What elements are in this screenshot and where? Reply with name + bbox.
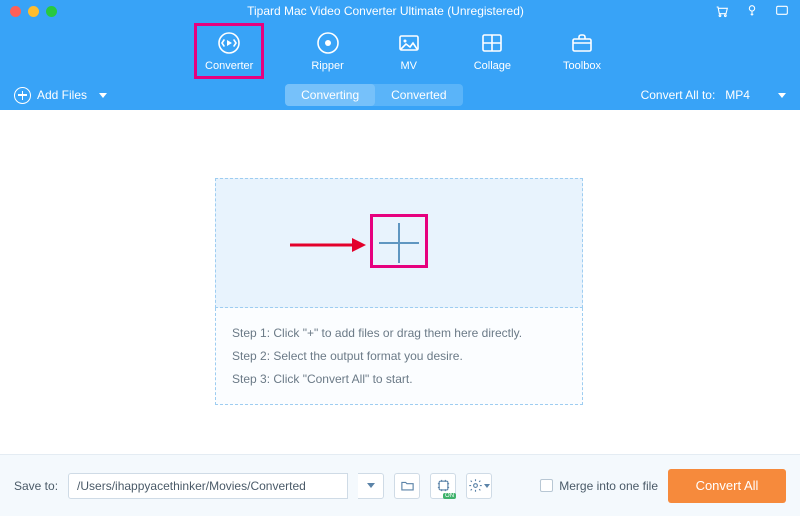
nav-label: Toolbox	[563, 60, 601, 72]
main-area: Step 1: Click "+" to add files or drag t…	[0, 110, 800, 454]
close-window-button[interactable]	[10, 6, 21, 17]
feedback-icon[interactable]	[774, 3, 790, 19]
sub-toolbar: Add Files Converting Converted Convert A…	[0, 80, 800, 110]
ripper-icon	[315, 30, 341, 56]
convert-all-to-label: Convert All to:	[641, 88, 716, 102]
convert-all-to[interactable]: Convert All to: MP4	[641, 88, 786, 102]
chevron-down-icon	[367, 483, 375, 488]
nav-label: Collage	[474, 60, 511, 72]
nav-label: Converter	[205, 60, 253, 72]
footer-bar: Save to: /Users/ihappyacethinker/Movies/…	[0, 454, 800, 516]
dropzone-instructions: Step 1: Click "+" to add files or drag t…	[215, 308, 583, 405]
add-files-plus-icon[interactable]	[379, 223, 419, 263]
nav-ripper[interactable]: Ripper	[311, 30, 343, 72]
hardware-accel-button[interactable]: ON	[430, 473, 456, 499]
nav-label: MV	[400, 60, 417, 72]
save-to-label: Save to:	[14, 479, 58, 493]
main-nav: Converter Ripper MV Collage Toolbox	[0, 22, 800, 80]
convert-all-button[interactable]: Convert All	[668, 469, 786, 503]
save-path-value: /Users/ihappyacethinker/Movies/Converted	[77, 479, 306, 493]
dropzone-top[interactable]	[215, 178, 583, 308]
chevron-down-icon	[778, 93, 786, 98]
add-files-label: Add Files	[37, 88, 87, 102]
checkbox-icon	[540, 479, 553, 492]
dropzone: Step 1: Click "+" to add files or drag t…	[215, 178, 583, 398]
window-titlebar: Tipard Mac Video Converter Ultimate (Unr…	[0, 0, 800, 22]
window-title: Tipard Mac Video Converter Ultimate (Unr…	[57, 4, 714, 18]
cart-icon[interactable]	[714, 3, 730, 19]
minimize-window-button[interactable]	[28, 6, 39, 17]
instruction-step3: Step 3: Click "Convert All" to start.	[232, 368, 566, 391]
chevron-down-icon	[484, 484, 490, 488]
nav-label: Ripper	[311, 60, 343, 72]
tab-converted[interactable]: Converted	[375, 84, 462, 106]
nav-toolbox[interactable]: Toolbox	[563, 30, 601, 72]
mv-icon	[396, 30, 422, 56]
merge-checkbox[interactable]: Merge into one file	[540, 479, 658, 493]
save-path-field[interactable]: /Users/ihappyacethinker/Movies/Converted	[68, 473, 348, 499]
open-folder-button[interactable]	[394, 473, 420, 499]
merge-label: Merge into one file	[559, 479, 658, 493]
tab-converting[interactable]: Converting	[285, 84, 375, 106]
plus-circle-icon	[14, 87, 31, 104]
converter-icon	[216, 30, 242, 56]
toolbox-icon	[569, 30, 595, 56]
chevron-down-icon	[99, 93, 107, 98]
key-icon[interactable]	[744, 3, 760, 19]
instruction-step2: Step 2: Select the output format you des…	[232, 345, 566, 368]
nav-collage[interactable]: Collage	[474, 30, 511, 72]
instruction-step1: Step 1: Click "+" to add files or drag t…	[232, 322, 566, 345]
settings-button[interactable]	[466, 473, 492, 499]
traffic-lights	[10, 6, 57, 17]
output-format-value: MP4	[725, 88, 750, 102]
nav-converter[interactable]: Converter	[199, 28, 259, 74]
collage-icon	[479, 30, 505, 56]
zoom-window-button[interactable]	[46, 6, 57, 17]
nav-mv[interactable]: MV	[396, 30, 422, 72]
status-tabs: Converting Converted	[285, 84, 462, 106]
save-path-dropdown[interactable]	[358, 473, 384, 499]
on-badge: ON	[443, 493, 456, 499]
add-files-button[interactable]: Add Files	[14, 87, 107, 104]
